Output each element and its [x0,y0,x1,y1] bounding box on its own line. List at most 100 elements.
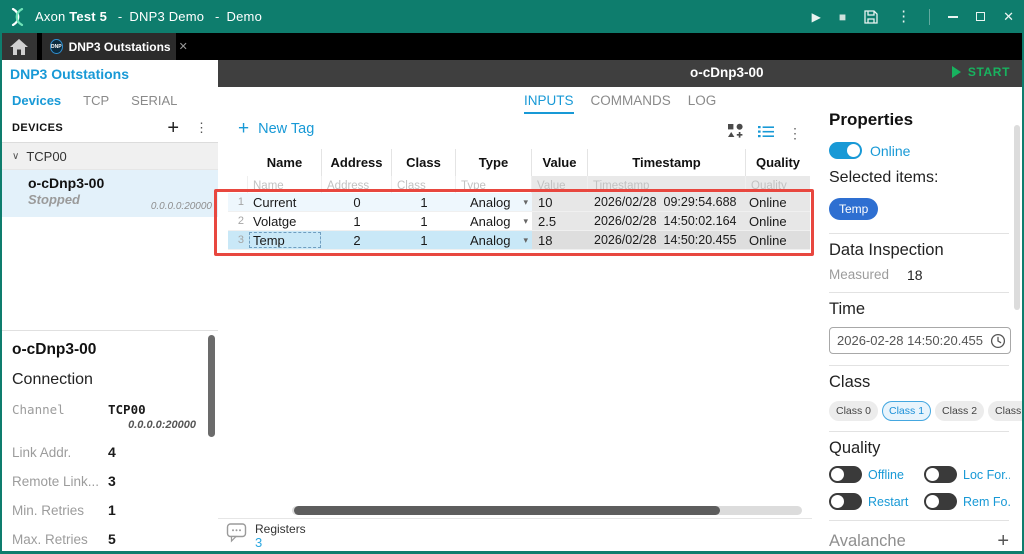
dropdown-arrow-icon: ▾ [523,216,528,227]
cell-value[interactable]: 18 [532,231,588,249]
divider [829,292,1009,293]
filter-value-input[interactable] [532,178,587,194]
offline-toggle[interactable] [829,466,862,483]
statusbar: Registers 3 [218,518,812,551]
filter-timestamp-input[interactable] [588,178,745,194]
tab-close-icon[interactable]: ✕ [179,40,188,53]
class-0-chip[interactable]: Class 0 [829,401,878,421]
tab-devices[interactable]: Devices [12,93,61,108]
class-title: Class [829,373,1009,392]
filter-class-input[interactable] [392,178,455,194]
cell-type-dropdown[interactable]: Analog▾ [456,212,532,230]
avalanche-section[interactable]: Avalanche + [829,530,1009,551]
table-row[interactable]: 1 Current 0 1 Analog▾ 10 2026/02/28 09:2… [228,193,810,212]
add-device-button[interactable]: + [167,118,179,138]
menu-kebab-button[interactable]: ⋮ [896,9,911,24]
properties-scrollbar[interactable] [1014,125,1020,310]
avalanche-add-icon[interactable]: + [997,530,1009,551]
cell-name[interactable]: Current [248,193,322,211]
cell-address[interactable]: 2 [322,231,392,249]
view-tabs: INPUTS COMMANDS LOG [524,93,716,114]
filter-type-input[interactable] [456,178,531,194]
selected-chip-temp[interactable]: Temp [829,198,878,220]
cell-address[interactable]: 1 [322,212,392,230]
detail-channel-endpoint: 0.0.0.0:20000 [12,419,208,431]
chevron-down-icon[interactable]: ∨ [12,151,19,162]
devices-kebab-button[interactable]: ⋮ [195,120,208,136]
col-header-value[interactable]: Value [532,149,588,176]
class-3-chip[interactable]: Class 3 [988,401,1022,421]
cell-class[interactable]: 1 [392,231,456,249]
device-header-bar: o-cDnp3-00 START [218,60,1022,87]
start-button[interactable]: START [952,65,1010,79]
online-toggle[interactable] [829,142,862,159]
cell-value[interactable]: 10 [532,193,588,211]
filter-address-input[interactable] [322,178,391,194]
col-header-address[interactable]: Address [322,149,392,176]
tag-types-button[interactable] [727,123,744,144]
close-button[interactable]: ✕ [1003,10,1014,23]
restart-toggle[interactable] [829,493,862,510]
time-input[interactable] [837,333,990,348]
rem-forced-toggle[interactable] [924,493,957,510]
loc-forced-toggle[interactable] [924,466,957,483]
device-item-selected[interactable]: o-cDnp3-00 Stopped 0.0.0.0:20000 [2,170,218,217]
tab-dnp3-outstations[interactable]: DNP DNP3 Outstations ✕ [42,33,176,60]
cell-value[interactable]: 2.5 [532,212,588,230]
table-row-selected[interactable]: 3 Temp 2 1 Analog▾ 18 2026/02/28 14:50:2… [228,231,810,250]
save-button[interactable] [864,10,878,24]
filter-quality-input[interactable] [746,178,810,194]
table-kebab-button[interactable]: ⋮ [788,125,802,142]
data-inspection-title: Data Inspection [829,241,1009,260]
minimize-button[interactable] [948,16,958,18]
divider [829,365,1009,366]
class-chip-group: Class 0 Class 1 Class 2 Class 3 [829,401,1009,421]
cell-class[interactable]: 1 [392,212,456,230]
class-2-chip[interactable]: Class 2 [935,401,984,421]
sidebar-scrollbar[interactable] [208,335,215,437]
cell-timestamp: 2026/02/28 14:50:02.164 [588,212,746,230]
cell-type-dropdown[interactable]: Analog▾ [456,231,532,249]
measured-value: 18 [907,267,923,283]
selected-items-label: Selected items: [829,169,1009,187]
maximize-button[interactable] [976,12,985,21]
cell-name[interactable]: Volatge [248,212,322,230]
tab-inputs[interactable]: INPUTS [524,93,574,114]
device-name: o-cDnp3-00 [28,175,212,191]
horizontal-scrollbar[interactable] [292,506,802,515]
filter-name-input[interactable] [248,178,321,194]
horizontal-scrollbar-thumb[interactable] [294,506,720,515]
run-button[interactable]: ▶ [812,11,821,23]
cell-timestamp: 2026/02/28 14:50:20.455 [588,231,746,249]
cell-address[interactable]: 0 [322,193,392,211]
col-header-type[interactable]: Type [456,149,532,176]
detail-row: Remote Link...3 [12,473,208,489]
device-detail-panel: o-cDnp3-00 Connection Channel TCP00 0.0.… [2,330,218,551]
cell-name[interactable]: Temp [248,231,322,249]
devices-header-label: DEVICES [12,122,63,134]
cell-class[interactable]: 1 [392,193,456,211]
home-button[interactable] [0,33,37,60]
col-header-timestamp[interactable]: Timestamp [588,149,746,176]
tab-commands[interactable]: COMMANDS [591,93,671,114]
sidebar-title: DNP3 Outstations [2,60,218,87]
clock-icon[interactable] [990,333,1006,349]
tab-serial[interactable]: SERIAL [131,93,177,108]
stop-button[interactable]: ■ [839,11,846,23]
col-header-quality[interactable]: Quality [746,149,810,176]
col-header-name[interactable]: Name [248,149,322,176]
list-view-button[interactable] [758,125,774,143]
col-header-class[interactable]: Class [392,149,456,176]
cell-type-dropdown[interactable]: Analog▾ [456,193,532,211]
new-tag-button[interactable]: + New Tag [238,119,314,138]
registers-count-value[interactable]: 3 [255,535,306,550]
detail-title: o-cDnp3-00 [12,341,208,359]
table-row[interactable]: 2 Volatge 1 1 Analog▾ 2.5 2026/02/28 14:… [228,212,810,231]
channel-node-tcp00[interactable]: ∨ TCP00 [2,143,218,170]
tab-label: DNP3 Outstations [69,40,171,54]
class-1-chip-selected[interactable]: Class 1 [882,401,931,421]
tab-tcp[interactable]: TCP [83,93,109,108]
tab-log[interactable]: LOG [688,93,717,114]
detail-row-channel: Channel TCP00 [12,402,208,417]
device-header-title: o-cDnp3-00 [690,65,764,80]
